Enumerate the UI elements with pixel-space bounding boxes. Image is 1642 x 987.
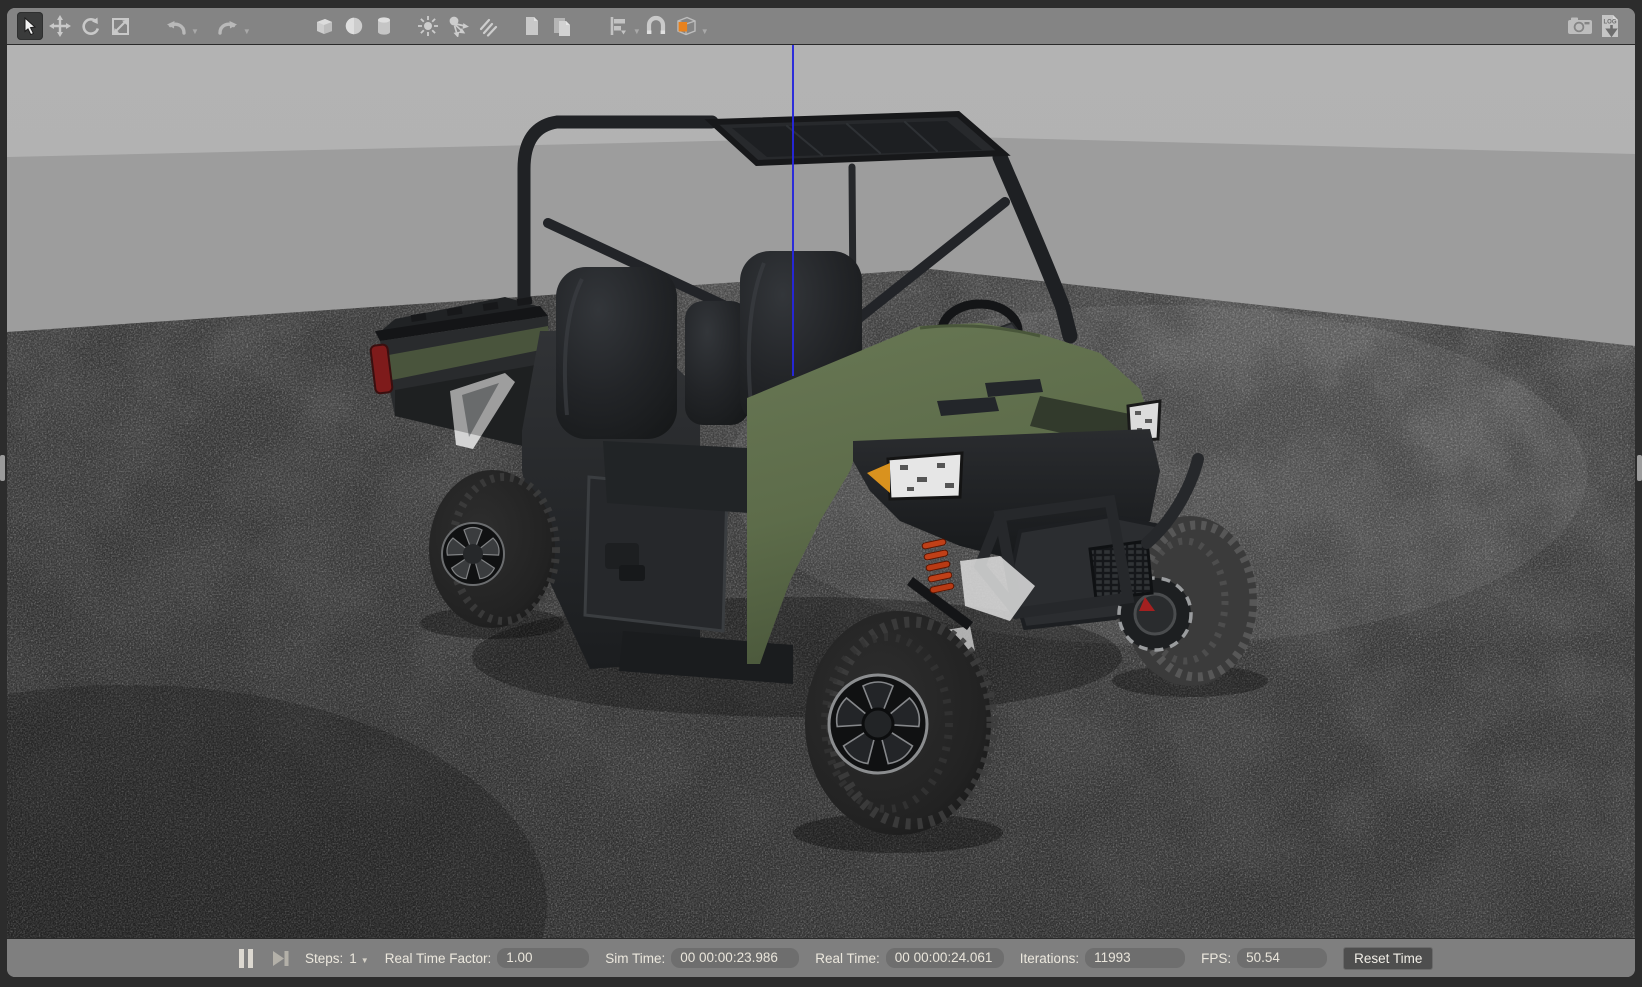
undo-dropdown[interactable]: ▼ (191, 27, 199, 36)
snap-magnet-icon (645, 15, 667, 37)
insert-box-tool[interactable] (311, 12, 337, 40)
copy-button[interactable] (519, 12, 545, 40)
align-icon (607, 15, 629, 37)
undo-button[interactable] (163, 12, 189, 40)
left-panel-splitter[interactable] (0, 455, 5, 481)
insert-sphere-tool[interactable] (341, 12, 367, 40)
redo-icon (216, 16, 240, 36)
sphere-icon (343, 15, 365, 37)
statusbar: Steps: 1 ▼ Real Time Factor: 1.00 Sim Ti… (7, 938, 1635, 977)
step-button[interactable] (272, 946, 289, 970)
sim-time-field: 00 00:00:23.986 (671, 948, 799, 968)
reset-time-button[interactable]: Reset Time (1343, 947, 1433, 970)
point-light-icon (417, 15, 439, 37)
spot-light-icon (447, 15, 469, 37)
view-angle-tool[interactable] (673, 12, 699, 40)
scale-tool[interactable] (107, 12, 133, 40)
spot-light-tool[interactable] (445, 12, 471, 40)
right-panel-splitter[interactable] (1637, 455, 1642, 481)
directional-light-tool[interactable] (475, 12, 501, 40)
screenshot-button[interactable] (1567, 12, 1593, 40)
pause-button[interactable] (238, 946, 254, 970)
steps-dropdown[interactable]: ▼ (361, 956, 369, 965)
paste-icon (551, 15, 573, 37)
undo-icon (164, 16, 188, 36)
pause-icon (238, 949, 254, 968)
view-angle-dropdown[interactable]: ▼ (701, 27, 709, 36)
align-dropdown[interactable]: ▼ (633, 27, 641, 36)
fps-label: FPS: (1201, 951, 1231, 966)
iterations-field: 11993 (1085, 948, 1185, 968)
sim-time-label: Sim Time: (605, 951, 665, 966)
real-time-field: 00 00:00:24.061 (886, 948, 1004, 968)
real-time-label: Real Time: (815, 951, 880, 966)
align-tool[interactable] (605, 12, 631, 40)
rotate-tool[interactable] (77, 12, 103, 40)
scale-icon (110, 16, 131, 37)
step-icon (272, 950, 289, 967)
copy-icon (522, 15, 542, 37)
rtf-label: Real Time Factor: (385, 951, 492, 966)
scene-canvas (7, 45, 1635, 938)
rotate-icon (80, 16, 101, 37)
insert-cylinder-tool[interactable] (371, 12, 397, 40)
box-icon (313, 15, 335, 37)
3d-viewport[interactable] (7, 45, 1635, 938)
app-frame: ▼ ▼ (7, 8, 1635, 977)
front-left-wheel (805, 611, 992, 835)
translate-tool[interactable] (47, 12, 73, 40)
select-arrow-tool[interactable] (17, 12, 43, 40)
toolbar: ▼ ▼ (7, 8, 1635, 45)
screenshot-camera-icon (1567, 16, 1593, 36)
log-record-icon: LOG (1599, 14, 1621, 38)
redo-dropdown[interactable]: ▼ (243, 27, 251, 36)
snap-magnet-tool[interactable] (643, 12, 669, 40)
fps-field: 50.54 (1237, 948, 1327, 968)
rear-left-wheel (429, 470, 556, 628)
translate-icon (49, 15, 71, 37)
iterations-label: Iterations: (1020, 951, 1079, 966)
steps-value: 1 (349, 951, 357, 966)
seat-middle (685, 301, 749, 425)
point-light-tool[interactable] (415, 12, 441, 40)
cylinder-icon (374, 15, 394, 37)
paste-button[interactable] (549, 12, 575, 40)
steps-label: Steps: (305, 951, 343, 966)
rtf-field: 1.00 (497, 948, 589, 968)
directional-light-icon (477, 15, 499, 37)
gazebo-window: ▼ ▼ (0, 0, 1642, 987)
log-badge-text: LOG (1604, 20, 1617, 26)
select-arrow-icon (20, 16, 40, 36)
redo-button[interactable] (215, 12, 241, 40)
log-record-button[interactable]: LOG (1597, 12, 1623, 40)
view-angle-icon (673, 14, 699, 38)
headlight-left (888, 453, 962, 499)
